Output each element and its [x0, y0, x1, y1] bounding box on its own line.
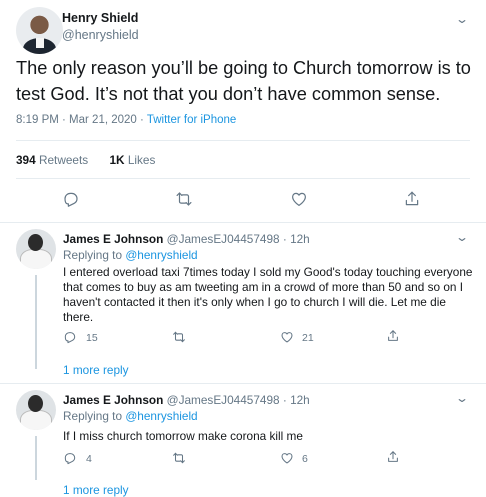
- more-replies-link[interactable]: 1 more reply: [63, 483, 129, 497]
- replying-prefix: Replying to: [63, 409, 123, 423]
- tweet-timestamp[interactable]: 8:19 PM · Mar 21, 2020 ·: [16, 114, 147, 126]
- reply-time[interactable]: · 12h: [283, 232, 310, 246]
- reply-icon[interactable]: [62, 190, 80, 208]
- replying-to-link[interactable]: @henryshield: [125, 248, 197, 262]
- author-name[interactable]: Henry Shield: [62, 11, 138, 25]
- likes-label: Likes: [127, 153, 156, 167]
- tweet-text: The only reason you’ll be going to Churc…: [16, 58, 471, 104]
- replying-to: Replying to @henryshield: [63, 248, 198, 262]
- thread-line: [35, 436, 37, 480]
- author-handle[interactable]: @henryshield: [62, 28, 139, 42]
- replying-prefix: Replying to: [63, 248, 123, 262]
- retweets-label: Retweets: [38, 153, 89, 167]
- share-icon[interactable]: [386, 450, 400, 464]
- retweet-icon[interactable]: [175, 190, 193, 208]
- divider: [16, 178, 470, 179]
- more-replies-link[interactable]: 1 more reply: [63, 363, 129, 377]
- tweet-stats: 394 Retweets 1K Likes: [16, 153, 173, 167]
- like-count: 21: [302, 332, 314, 344]
- reply-tweet[interactable]: James E Johnson @JamesEJ04457498 · 12h ⌄…: [0, 384, 486, 497]
- tweet-meta: 8:19 PM · Mar 21, 2020 · Twitter for iPh…: [16, 114, 236, 126]
- divider: [16, 140, 470, 141]
- replying-to: Replying to @henryshield: [63, 409, 198, 423]
- reply-icon[interactable]: [63, 451, 77, 465]
- reply-text: I entered overload taxi 7times today I s…: [63, 265, 473, 324]
- reply-time[interactable]: · 12h: [283, 393, 310, 407]
- reply-author-handle[interactable]: @JamesEJ04457498: [167, 232, 280, 246]
- tweet-source[interactable]: Twitter for iPhone: [147, 114, 236, 126]
- retweets-stat[interactable]: 394 Retweets: [16, 153, 88, 167]
- like-count: 6: [302, 453, 308, 465]
- chevron-down-icon[interactable]: ⌄: [455, 391, 469, 405]
- reply-avatar[interactable]: [16, 390, 56, 430]
- reply-count: 15: [86, 332, 98, 344]
- likes-count: 1K: [109, 153, 125, 167]
- heart-icon[interactable]: [280, 330, 294, 344]
- main-tweet: Henry Shield @henryshield ⌄ The only rea…: [0, 0, 486, 223]
- reply-author-handle[interactable]: @JamesEJ04457498: [167, 393, 280, 407]
- reply-author-name[interactable]: James E Johnson: [63, 232, 163, 246]
- share-icon[interactable]: [386, 329, 400, 343]
- chevron-down-icon[interactable]: ⌄: [455, 12, 469, 26]
- reply-author-name[interactable]: James E Johnson: [63, 393, 163, 407]
- share-icon[interactable]: [403, 190, 421, 208]
- reply-count: 4: [86, 453, 92, 465]
- author-avatar[interactable]: [16, 7, 63, 54]
- reply-author[interactable]: James E Johnson @JamesEJ04457498 · 12h: [63, 393, 310, 407]
- chevron-down-icon[interactable]: ⌄: [455, 230, 469, 244]
- heart-icon[interactable]: [290, 190, 308, 208]
- likes-stat[interactable]: 1K Likes: [109, 153, 155, 167]
- reply-text: If I miss church tomorrow make corona ki…: [63, 429, 303, 443]
- replying-to-link[interactable]: @henryshield: [125, 409, 197, 423]
- retweets-count: 394: [16, 153, 36, 167]
- reply-author[interactable]: James E Johnson @JamesEJ04457498 · 12h: [63, 232, 310, 246]
- heart-icon[interactable]: [280, 451, 294, 465]
- retweet-icon[interactable]: [172, 330, 186, 344]
- thread-line: [35, 275, 37, 369]
- reply-icon[interactable]: [63, 330, 77, 344]
- retweet-icon[interactable]: [172, 451, 186, 465]
- reply-avatar[interactable]: [16, 229, 56, 269]
- reply-tweet[interactable]: James E Johnson @JamesEJ04457498 · 12h ⌄…: [0, 223, 486, 383]
